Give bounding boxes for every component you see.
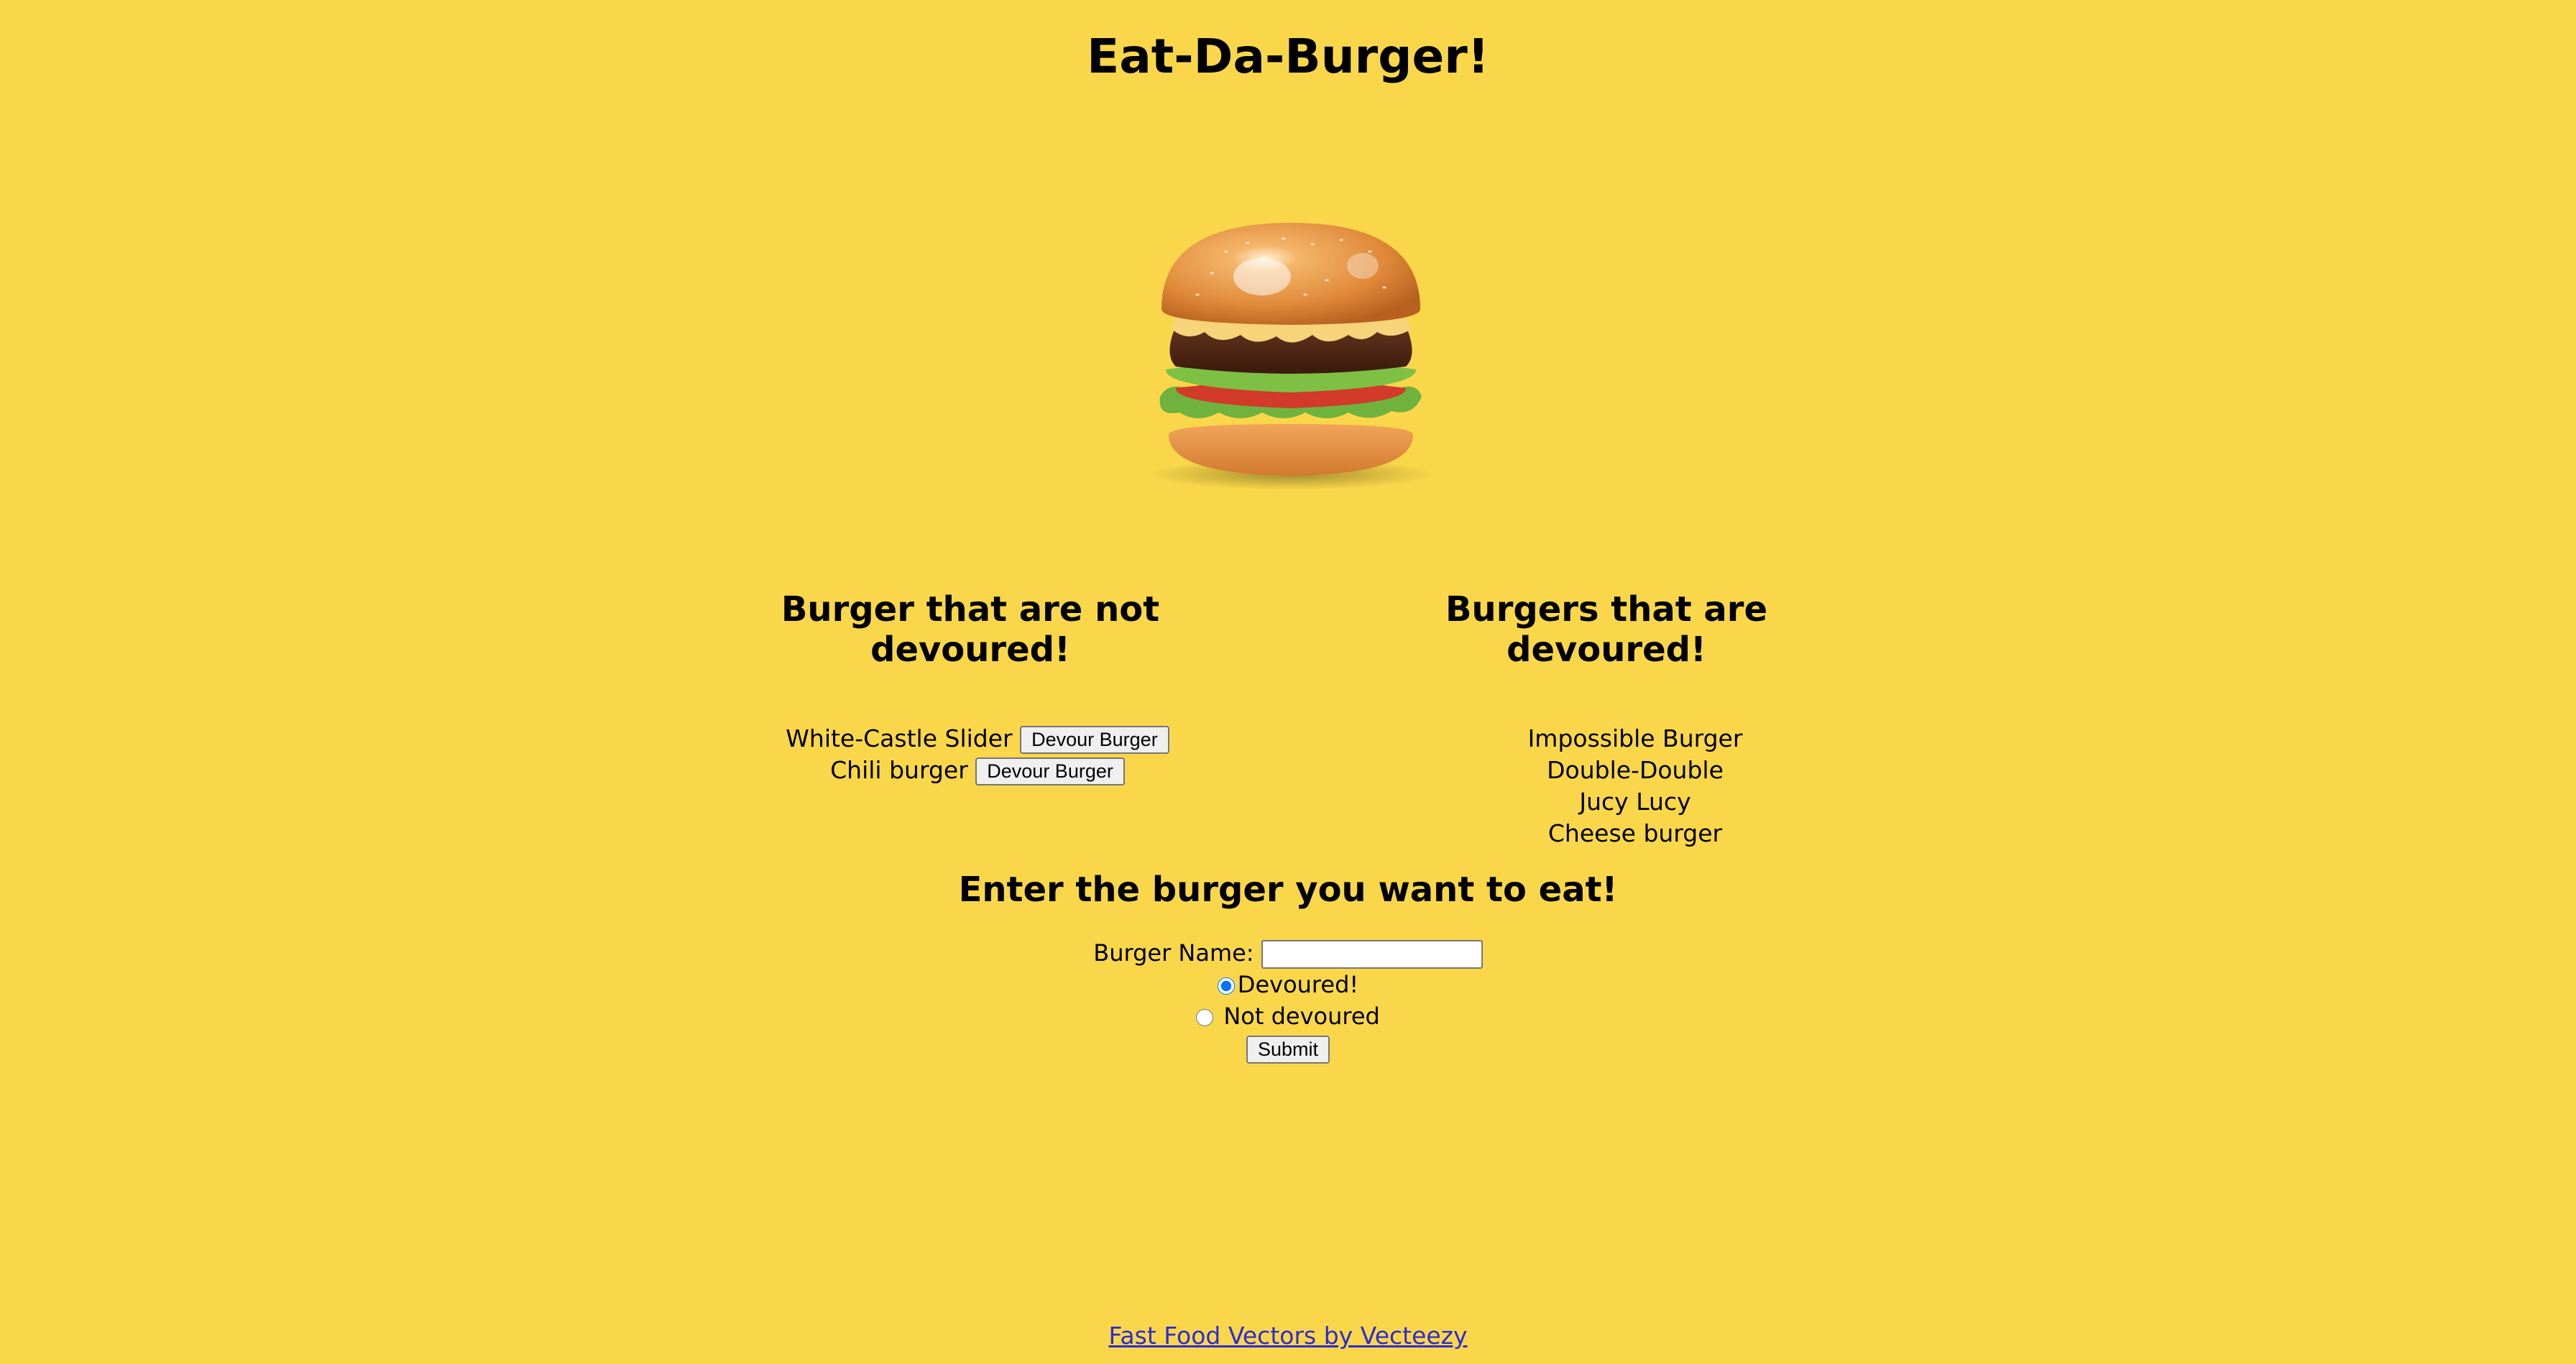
not-devoured-heading: Burger that are not devoured! [781, 589, 1160, 670]
list-item: Cheese burger [1547, 819, 1723, 847]
burger-image [1140, 208, 1442, 496]
devoured-section: Burgers that are devoured! Impossible Bu… [1351, 589, 1862, 849]
not-devoured-radio[interactable] [1196, 1009, 1214, 1026]
footer: Fast Food Vectors by Vecteezy [0, 1322, 2576, 1350]
not-devoured-section: Burger that are not devoured! White-Cast… [719, 589, 1222, 786]
submit-button[interactable]: Submit [1246, 1035, 1330, 1064]
page-title: Eat-Da-Burger! [1087, 29, 1489, 84]
list-item: Double-Double [1547, 756, 1724, 784]
vecteezy-link[interactable]: Fast Food Vectors by Vecteezy [1108, 1322, 1467, 1350]
devoured-radio-label[interactable]: Devoured! [1238, 971, 1358, 998]
devoured-list: Impossible Burger Double-Double Jucy Luc… [1351, 723, 1862, 849]
list-item: Chili burger Devour Burger [719, 755, 1222, 786]
list-item: Impossible Burger [1527, 724, 1743, 752]
devoured-radio-row: Devoured! [0, 969, 2576, 1000]
burger-name-input[interactable] [1261, 940, 1483, 969]
burger-name: White-Castle Slider [786, 724, 1013, 752]
not-devoured-radio-row: Not devoured [0, 1000, 2576, 1032]
devour-burger-button[interactable]: Devour Burger [975, 757, 1125, 785]
burger-name: Chili burger [830, 756, 968, 784]
burger-name-label: Burger Name: [1093, 939, 1254, 967]
add-burger-form: Enter the burger you want to eat! Burger… [0, 870, 2576, 1064]
devoured-heading: Burgers that are devoured! [1445, 589, 1768, 670]
burger-icon [1147, 223, 1435, 490]
list-item: White-Castle Slider Devour Burger [719, 723, 1222, 755]
devoured-radio[interactable] [1217, 977, 1235, 995]
devour-burger-button[interactable]: Devour Burger [1020, 726, 1169, 754]
submit-row: Submit [0, 1032, 2576, 1064]
list-item: Jucy Lucy [1579, 788, 1691, 816]
not-devoured-list: White-Castle Slider Devour Burger Chili … [719, 723, 1222, 786]
form-heading: Enter the burger you want to eat! [958, 870, 1618, 910]
not-devoured-radio-label[interactable]: Not devoured [1223, 1003, 1379, 1030]
burger-name-row: Burger Name: [0, 937, 2576, 969]
